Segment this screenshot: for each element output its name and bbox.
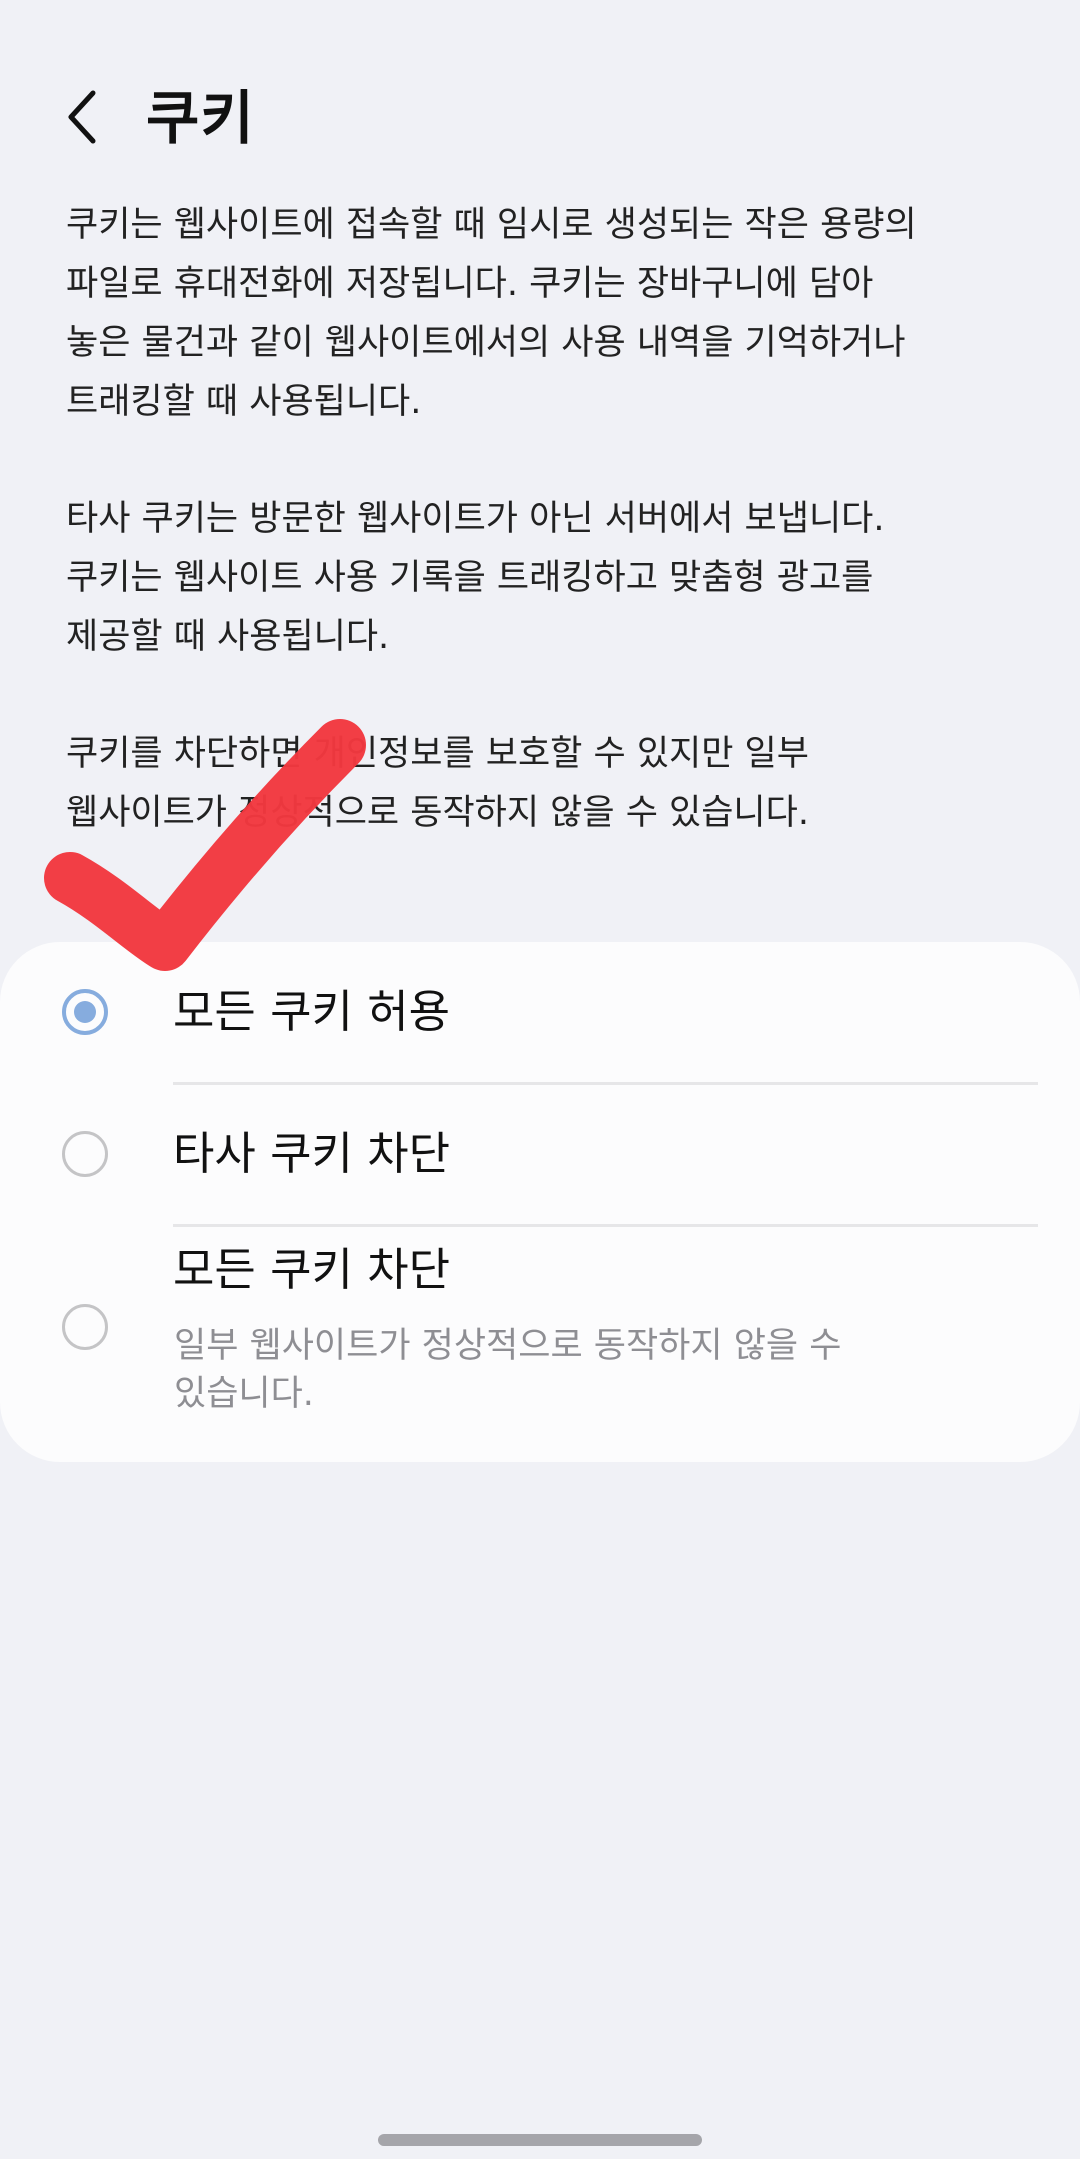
gesture-navigation-bar[interactable] bbox=[378, 2134, 702, 2146]
option-allow-all-cookies[interactable]: 모든 쿠키 허용 bbox=[0, 942, 1080, 1082]
radio-button-selected[interactable] bbox=[62, 989, 108, 1035]
description-paragraph: 쿠키를 차단하면 개인정보를 보호할 수 있지만 일부 웹사이트가 정상적으로 … bbox=[66, 734, 809, 833]
option-block-all-cookies[interactable]: 모든 쿠키 차단 일부 웹사이트가 정상적으로 동작하지 않을 수 있습니다. bbox=[0, 1226, 1080, 1462]
cookie-options-card: 모든 쿠키 허용 타사 쿠키 차단 모든 쿠키 차단 일부 웹사이트가 정상적으… bbox=[0, 942, 1080, 1462]
option-block-third-party-cookies[interactable]: 타사 쿠키 차단 bbox=[0, 1084, 1080, 1224]
radio-button[interactable] bbox=[62, 1131, 108, 1177]
option-label: 타사 쿠키 차단 bbox=[173, 1127, 451, 1180]
description-paragraph: 타사 쿠키는 방문한 웹사이트가 아닌 서버에서 보냅니다. 쿠키는 웹사이트 … bbox=[66, 499, 885, 657]
option-label: 모든 쿠키 차단 bbox=[173, 1243, 451, 1296]
chevron-left-icon bbox=[68, 90, 96, 144]
option-label: 모든 쿠키 허용 bbox=[173, 985, 451, 1038]
back-button[interactable] bbox=[52, 82, 112, 152]
page-title: 쿠키 bbox=[146, 84, 255, 152]
description-paragraph: 쿠키는 웹사이트에 접속할 때 임시로 생성되는 작은 용량의 파일로 휴대전화… bbox=[66, 205, 917, 422]
top-app-bar: 쿠키 bbox=[0, 60, 1080, 170]
option-sublabel: 일부 웹사이트가 정상적으로 동작하지 않을 수 있습니다. bbox=[174, 1326, 842, 1414]
radio-button[interactable] bbox=[62, 1304, 108, 1350]
